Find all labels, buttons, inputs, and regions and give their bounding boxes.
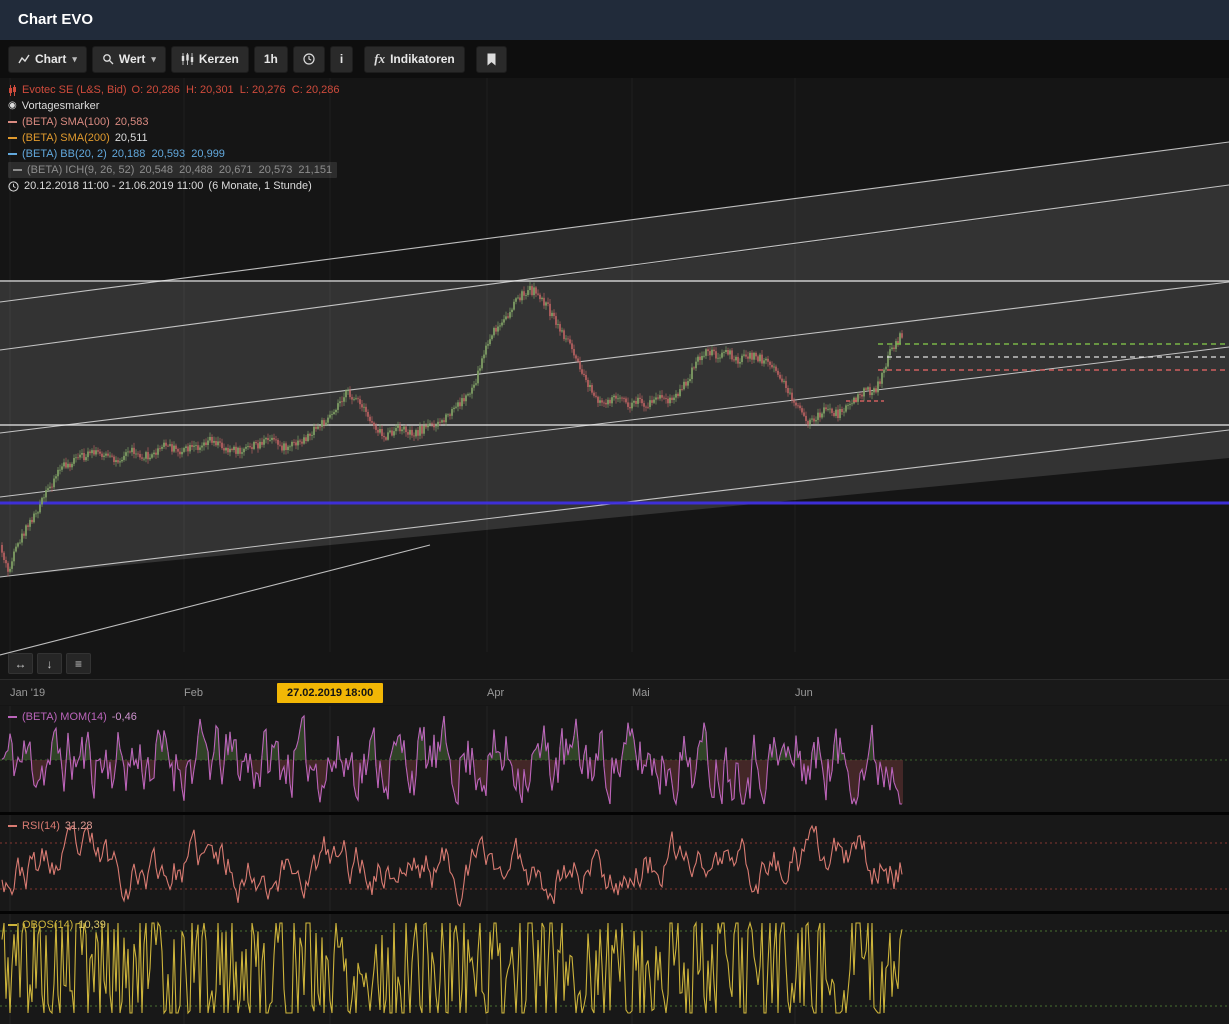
dim-dash-icon (13, 169, 22, 171)
x-axis-label: Jun (795, 687, 813, 699)
chevron-down-icon: ▾ (151, 54, 156, 65)
wert-menu-button[interactable]: Wert ▾ (92, 46, 166, 73)
dim-values: 20,548 20,488 20,671 20,573 21,151 (139, 162, 332, 178)
sma100-dash-icon (8, 121, 17, 123)
rsi-dash-icon (8, 825, 17, 827)
wert-menu-label: Wert (119, 52, 145, 66)
obos-label: OBOS(14) (22, 919, 73, 931)
mom-dash-icon (8, 716, 17, 718)
window-title: Chart EVO (0, 0, 1229, 40)
clock-icon (8, 181, 19, 192)
x-axis-highlight[interactable]: 27.02.2019 18:00 (277, 683, 383, 703)
candle-icon (8, 85, 17, 96)
legend-instrument-row[interactable]: Evotec SE (L&S, Bid) O: 20,286 H: 20,301… (8, 82, 339, 98)
app-title: Chart EVO (18, 11, 93, 28)
chart-legend: Evotec SE (L&S, Bid) O: 20,286 H: 20,301… (8, 82, 339, 194)
chart-line-icon (18, 53, 30, 65)
search-icon (102, 53, 114, 65)
mom-value: -0,46 (112, 711, 137, 723)
x-axis[interactable]: 27.02.2019 18:00 Jan '19 Feb Apr Mai Jun (0, 679, 1229, 705)
bb-label: (BETA) BB(20, 2) (22, 146, 107, 162)
info-button[interactable]: i (330, 46, 353, 73)
pan-horizontal-button[interactable]: ↔ (8, 653, 33, 674)
indikatoren-label: Indikatoren (390, 52, 455, 66)
ohlc-values: O: 20,286 H: 20,301 L: 20,276 C: 20,286 (132, 82, 340, 98)
bookmark-button[interactable] (476, 46, 507, 73)
sma200-dash-icon (8, 137, 17, 139)
legend-bb-row[interactable]: (BETA) BB(20, 2) 20,188 20,593 20,999 (8, 146, 339, 162)
chart-menu-label: Chart (35, 52, 66, 66)
bb-values: 20,188 20,593 20,999 (112, 146, 225, 162)
chart-menu-button[interactable]: Chart ▾ (8, 46, 87, 73)
legend-sma100-row[interactable]: (BETA) SMA(100) 20,583 (8, 114, 339, 130)
candlestick-icon (181, 53, 194, 65)
auto-scale-icon: ≡ (75, 657, 82, 671)
rsi-label: RSI(14) (22, 820, 60, 832)
dim-label: (BETA) ICH(9, 26, 52) (27, 162, 134, 178)
x-axis-label: Jan '19 (10, 687, 45, 699)
legend-sma200-row[interactable]: (BETA) SMA(200) 20,511 (8, 130, 339, 146)
marker-icon: ◉ (8, 98, 17, 114)
vortagesmarker-label: Vortagesmarker (22, 98, 100, 114)
mom-label: (BETA) MOM(14) (22, 711, 107, 723)
kerzen-button[interactable]: Kerzen (171, 46, 249, 73)
clock-button[interactable] (293, 46, 325, 73)
timerange-note: (6 Monate, 1 Stunde) (208, 178, 311, 194)
indikatoren-button[interactable]: fx Indikatoren (364, 46, 465, 73)
kerzen-label: Kerzen (199, 52, 239, 66)
sma200-value: 20,511 (115, 130, 148, 146)
instrument-name: Evotec SE (L&S, Bid) (22, 82, 127, 98)
sma100-label: (BETA) SMA(100) (22, 114, 110, 130)
x-axis-label: Mai (632, 687, 650, 699)
bookmark-icon (486, 53, 497, 66)
obos-dash-icon (8, 924, 17, 926)
pan-down-icon: ↓ (47, 657, 53, 671)
legend-vortagesmarker-row[interactable]: ◉ Vortagesmarker (8, 98, 339, 114)
interval-label: 1h (264, 52, 278, 66)
legend-dim-row[interactable]: (BETA) ICH(9, 26, 52) 20,548 20,488 20,6… (8, 162, 337, 178)
rsi-legend[interactable]: RSI(14) 31,28 (8, 820, 92, 832)
sma200-label: (BETA) SMA(200) (22, 130, 110, 146)
sma100-value: 20,583 (115, 114, 149, 130)
obos-legend[interactable]: OBOS(14) 10,39 (8, 919, 106, 931)
rsi-panel[interactable] (0, 815, 1229, 911)
clock-icon (303, 53, 315, 65)
pan-horizontal-icon: ↔ (15, 657, 27, 671)
mom-legend[interactable]: (BETA) MOM(14) -0,46 (8, 711, 137, 723)
pan-down-button[interactable]: ↓ (37, 653, 62, 674)
timerange-text: 20.12.2018 11:00 - 21.06.2019 11:00 (24, 178, 203, 194)
auto-scale-button[interactable]: ≡ (66, 653, 91, 674)
mom-panel[interactable] (0, 706, 1229, 812)
chevron-down-icon: ▾ (72, 54, 77, 65)
obos-panel[interactable] (0, 914, 1229, 1024)
chart-evo-app: Chart EVO Chart ▾ Wert ▾ Kerzen 1h i fx … (0, 0, 1229, 1024)
toolbar: Chart ▾ Wert ▾ Kerzen 1h i fx Indikatore… (0, 40, 1229, 78)
x-axis-label: Apr (487, 687, 504, 699)
info-label: i (340, 52, 343, 66)
rsi-value: 31,28 (65, 820, 93, 832)
legend-timerange-row: 20.12.2018 11:00 - 21.06.2019 11:00 (6 M… (8, 178, 339, 194)
interval-button[interactable]: 1h (254, 46, 288, 73)
panel-separator (0, 911, 1229, 914)
panel-separator (0, 812, 1229, 815)
bb-dash-icon (8, 153, 17, 155)
fx-icon: fx (374, 51, 385, 67)
chart-tools: ↔ ↓ ≡ (8, 653, 91, 674)
obos-value: 10,39 (78, 919, 106, 931)
x-axis-label: Feb (184, 687, 203, 699)
